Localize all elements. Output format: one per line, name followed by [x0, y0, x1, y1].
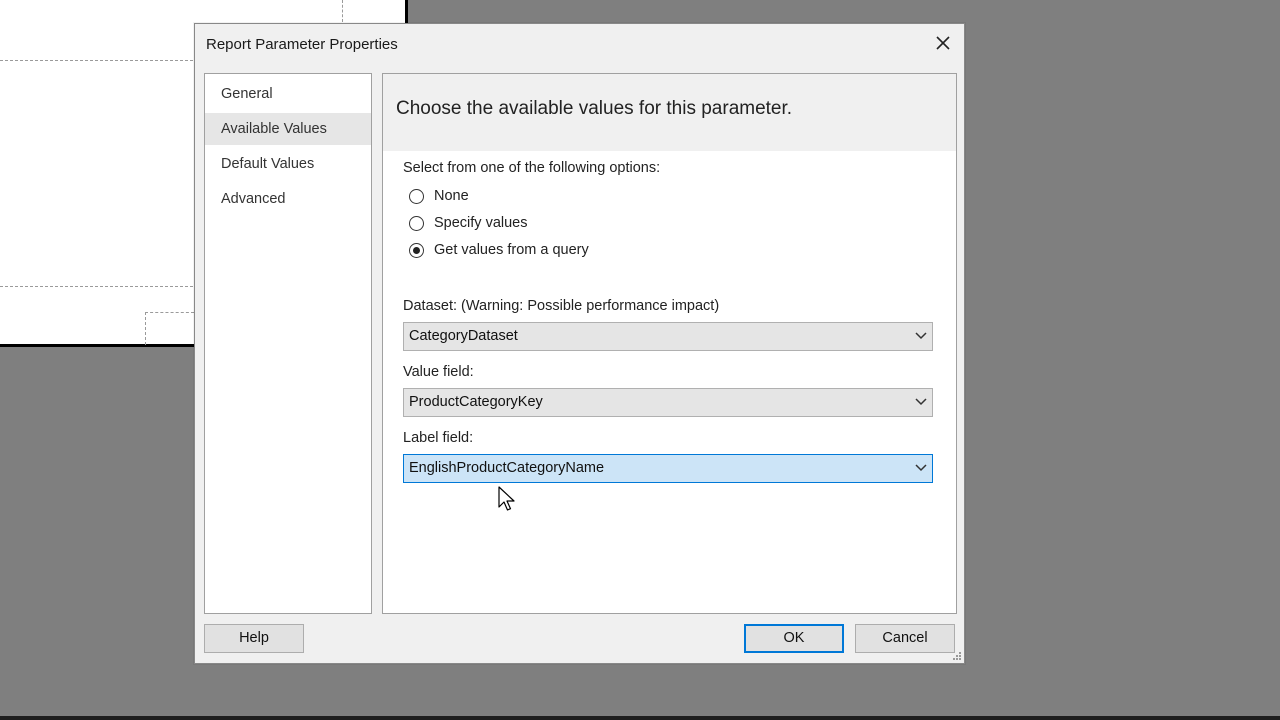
- canvas-guide-line: [0, 286, 193, 287]
- label-field-dropdown[interactable]: EnglishProductCategoryName: [403, 454, 933, 483]
- value-field-label: Value field:: [403, 364, 474, 380]
- dialog-title: Report Parameter Properties: [206, 36, 398, 53]
- resize-grip-icon[interactable]: [952, 651, 962, 661]
- radio-button[interactable]: [409, 188, 424, 204]
- nav-item-advanced[interactable]: Advanced: [205, 183, 371, 215]
- label-field-value: EnglishProductCategoryName: [409, 460, 605, 476]
- radio-button[interactable]: [409, 215, 424, 231]
- bottom-edge-strip: [0, 716, 1280, 720]
- canvas-textbox: [145, 312, 194, 345]
- radio-none[interactable]: None: [409, 185, 469, 207]
- mouse-pointer-icon: [498, 486, 515, 511]
- close-icon[interactable]: [932, 32, 954, 54]
- chevron-down-icon: [915, 398, 927, 406]
- ok-button[interactable]: OK: [744, 624, 844, 653]
- radio-label: None: [434, 188, 469, 204]
- label-field-label: Label field:: [403, 430, 474, 446]
- radio-specify-values[interactable]: Specify values: [409, 212, 528, 234]
- canvas-guide-line: [0, 60, 193, 61]
- chevron-down-icon: [915, 332, 927, 340]
- canvas-guide-line: [342, 0, 343, 22]
- chevron-down-icon: [915, 464, 927, 472]
- options-label: Select from one of the following options…: [403, 160, 661, 176]
- dataset-label: Dataset: (Warning: Possible performance …: [403, 298, 720, 314]
- available-values-page: Choose the available values for this par…: [382, 73, 957, 614]
- dataset-value: CategoryDataset: [409, 328, 518, 344]
- help-button[interactable]: Help: [204, 624, 304, 653]
- page-nav-list: General Available Values Default Values …: [204, 73, 372, 614]
- radio-get-values-from-query[interactable]: Get values from a query: [409, 239, 589, 261]
- page-heading: Choose the available values for this par…: [396, 98, 793, 119]
- cancel-button[interactable]: Cancel: [855, 624, 955, 653]
- nav-item-general[interactable]: General: [205, 78, 371, 110]
- nav-item-available-values[interactable]: Available Values: [205, 113, 371, 145]
- value-field-dropdown[interactable]: ProductCategoryKey: [403, 388, 933, 417]
- value-field-value: ProductCategoryKey: [409, 394, 543, 410]
- dialog-titlebar: Report Parameter Properties: [195, 24, 964, 64]
- page-header: Choose the available values for this par…: [383, 74, 956, 151]
- report-parameter-properties-dialog: Report Parameter Properties General Avai…: [194, 23, 965, 664]
- dataset-dropdown[interactable]: CategoryDataset: [403, 322, 933, 351]
- nav-item-default-values[interactable]: Default Values: [205, 148, 371, 180]
- radio-label: Specify values: [434, 215, 528, 231]
- radio-button-checked[interactable]: [409, 242, 424, 258]
- radio-label: Get values from a query: [434, 242, 589, 258]
